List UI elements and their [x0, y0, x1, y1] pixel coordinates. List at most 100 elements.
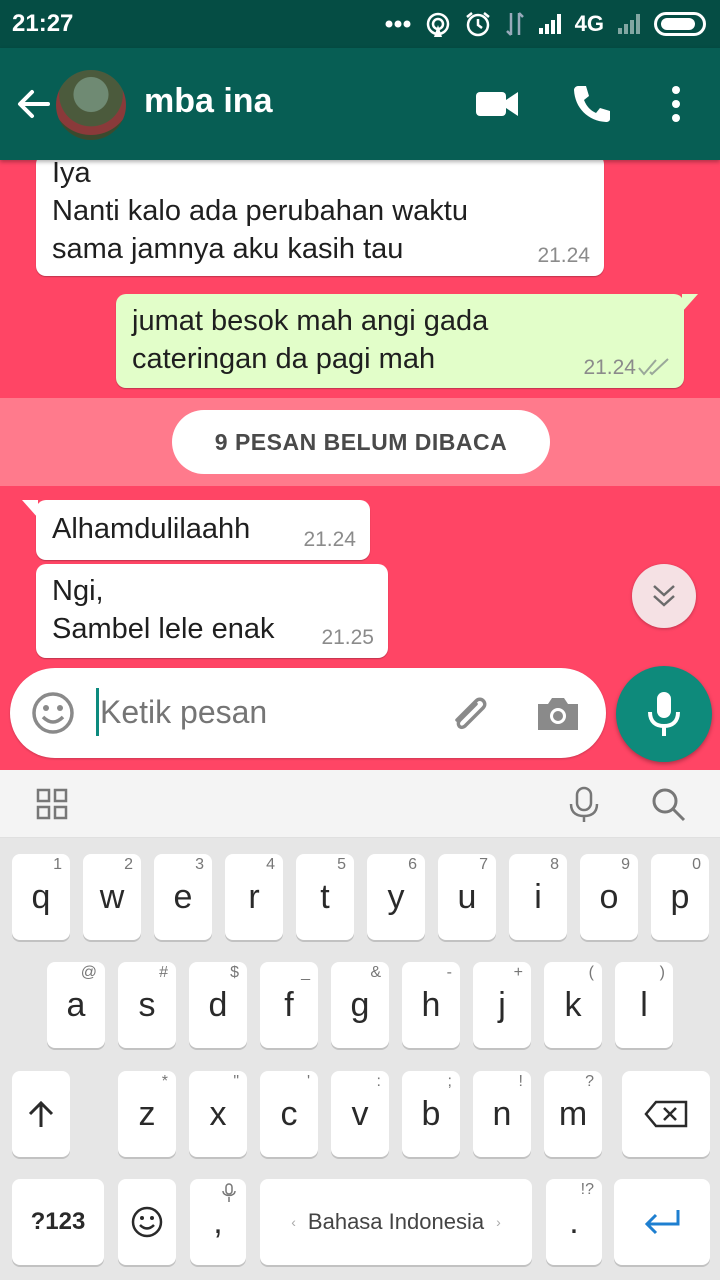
key-label: u — [457, 877, 477, 916]
backspace-icon — [644, 1100, 688, 1128]
signal-no-service-icon — [618, 14, 640, 34]
key-label: p — [670, 877, 690, 916]
message-time: 21.24 — [303, 528, 356, 551]
message-bubble-incoming[interactable]: Alhamdulilaahh 21.24 — [22, 500, 370, 560]
key-hint: 9 — [621, 856, 630, 873]
enter-arrow-icon — [644, 1210, 680, 1235]
period-key[interactable]: . !? — [546, 1179, 602, 1265]
data-transfer-icon — [505, 12, 524, 36]
key-x[interactable]: x " — [189, 1071, 247, 1157]
key-hint: 1 — [53, 856, 62, 873]
shift-arrow-icon — [28, 1100, 54, 1127]
camera-icon[interactable] — [534, 690, 582, 736]
key-hint: ) — [659, 964, 665, 981]
voice-call-icon[interactable] — [568, 80, 616, 128]
space-label: Bahasa Indonesia — [307, 1209, 485, 1234]
key-hint: 8 — [550, 856, 559, 873]
key-hint: ; — [447, 1073, 452, 1090]
message-text: Iya Nanti kalo ada perubahan waktu sama … — [52, 160, 468, 265]
key-n[interactable]: n! — [473, 1071, 531, 1157]
key-k[interactable]: k( — [544, 962, 602, 1048]
key-hint: 2 — [124, 856, 133, 873]
shift-key[interactable] — [12, 1071, 70, 1157]
key-hint: + — [513, 964, 523, 981]
key-a[interactable]: a @ — [47, 962, 105, 1048]
emoji-icon[interactable] — [30, 690, 76, 736]
key-hint: 7 — [479, 856, 488, 873]
voice-record-button[interactable] — [616, 666, 712, 762]
key-label: t — [320, 877, 330, 916]
backspace-key[interactable] — [622, 1071, 710, 1157]
key-hint: 5 — [337, 856, 346, 873]
message-composer[interactable] — [10, 668, 606, 758]
key-v[interactable]: v: — [331, 1071, 389, 1157]
key-t[interactable]: t5 — [296, 854, 354, 940]
key-m[interactable]: m? — [544, 1071, 602, 1157]
key-i[interactable]: i8 — [509, 854, 567, 940]
key-label: i — [534, 877, 542, 916]
key-y[interactable]: y6 — [367, 854, 425, 940]
attach-icon[interactable] — [446, 690, 492, 736]
message-bubble-incoming[interactable]: Iya Nanti kalo ada perubahan waktu sama … — [36, 160, 604, 276]
scroll-to-bottom-button[interactable] — [632, 564, 696, 628]
message-bubble-outgoing[interactable]: jumat besok mah angi gada cateringan da … — [116, 294, 698, 388]
key-hint: : — [376, 1073, 381, 1090]
key-z[interactable]: z * — [118, 1071, 176, 1157]
search-icon[interactable] — [650, 786, 686, 824]
key-hint: " — [233, 1073, 239, 1090]
key-r[interactable]: r4 — [225, 854, 283, 940]
key-l[interactable]: l) — [615, 962, 673, 1048]
chat-header: mba ina — [0, 48, 720, 160]
message-bubble-incoming[interactable]: Ngi, Sambel lele enak 21.25 — [36, 564, 388, 658]
key-j[interactable]: j + — [473, 962, 531, 1048]
key-hint: # — [159, 964, 168, 981]
key-c[interactable]: c ' — [260, 1071, 318, 1157]
key-g[interactable]: g & — [331, 962, 389, 1048]
message-input[interactable] — [100, 694, 420, 731]
key-label: w — [99, 877, 125, 916]
key-hint: ! — [518, 1073, 523, 1090]
key-label: h — [421, 985, 441, 1024]
contact-avatar[interactable] — [56, 70, 126, 140]
key-hint: 4 — [266, 856, 275, 873]
enter-key[interactable] — [614, 1179, 710, 1265]
key-u[interactable]: u7 — [438, 854, 496, 940]
key-o[interactable]: o9 — [580, 854, 638, 940]
status-bar: 21:27 4G — [0, 0, 720, 48]
key-hint: 3 — [195, 856, 204, 873]
space-key[interactable]: ‹ Bahasa Indonesia › — [260, 1179, 532, 1265]
key-h[interactable]: h- — [402, 962, 460, 1048]
apps-grid-icon[interactable] — [36, 788, 68, 820]
video-call-icon[interactable] — [474, 80, 522, 128]
key-hint: _ — [301, 964, 310, 981]
key-d[interactable]: d $ — [189, 962, 247, 1048]
key-label: x — [209, 1094, 227, 1133]
back-arrow-icon[interactable] — [14, 84, 54, 124]
keyboard-toolbar — [0, 770, 720, 838]
key-q[interactable]: q1 — [12, 854, 70, 940]
key-label: d — [208, 985, 228, 1024]
key-p[interactable]: p0 — [651, 854, 709, 940]
contact-name[interactable]: mba ina — [144, 82, 272, 121]
key-s[interactable]: s # — [118, 962, 176, 1048]
key-label: n — [492, 1094, 512, 1133]
comma-label: , — [213, 1202, 223, 1241]
chat-area[interactable]: Iya Nanti kalo ada perubahan waktu sama … — [0, 160, 720, 770]
battery-icon — [654, 12, 706, 36]
signal-icon — [538, 14, 561, 34]
key-f[interactable]: f _ — [260, 962, 318, 1048]
more-options-icon[interactable] — [652, 80, 700, 128]
key-label: k — [564, 985, 582, 1024]
voice-input-icon[interactable] — [566, 786, 602, 824]
key-b[interactable]: b; — [402, 1071, 460, 1157]
text-caret — [96, 688, 99, 736]
symbols-key[interactable]: ?123 — [12, 1179, 104, 1265]
emoji-key[interactable] — [118, 1179, 176, 1265]
key-w[interactable]: w2 — [83, 854, 141, 940]
key-label: z — [138, 1094, 156, 1133]
microphone-icon — [648, 692, 680, 736]
key-hint: & — [370, 964, 381, 981]
comma-key[interactable]: , — [190, 1179, 246, 1265]
key-e[interactable]: e3 — [154, 854, 212, 940]
key-label: e — [173, 877, 193, 916]
